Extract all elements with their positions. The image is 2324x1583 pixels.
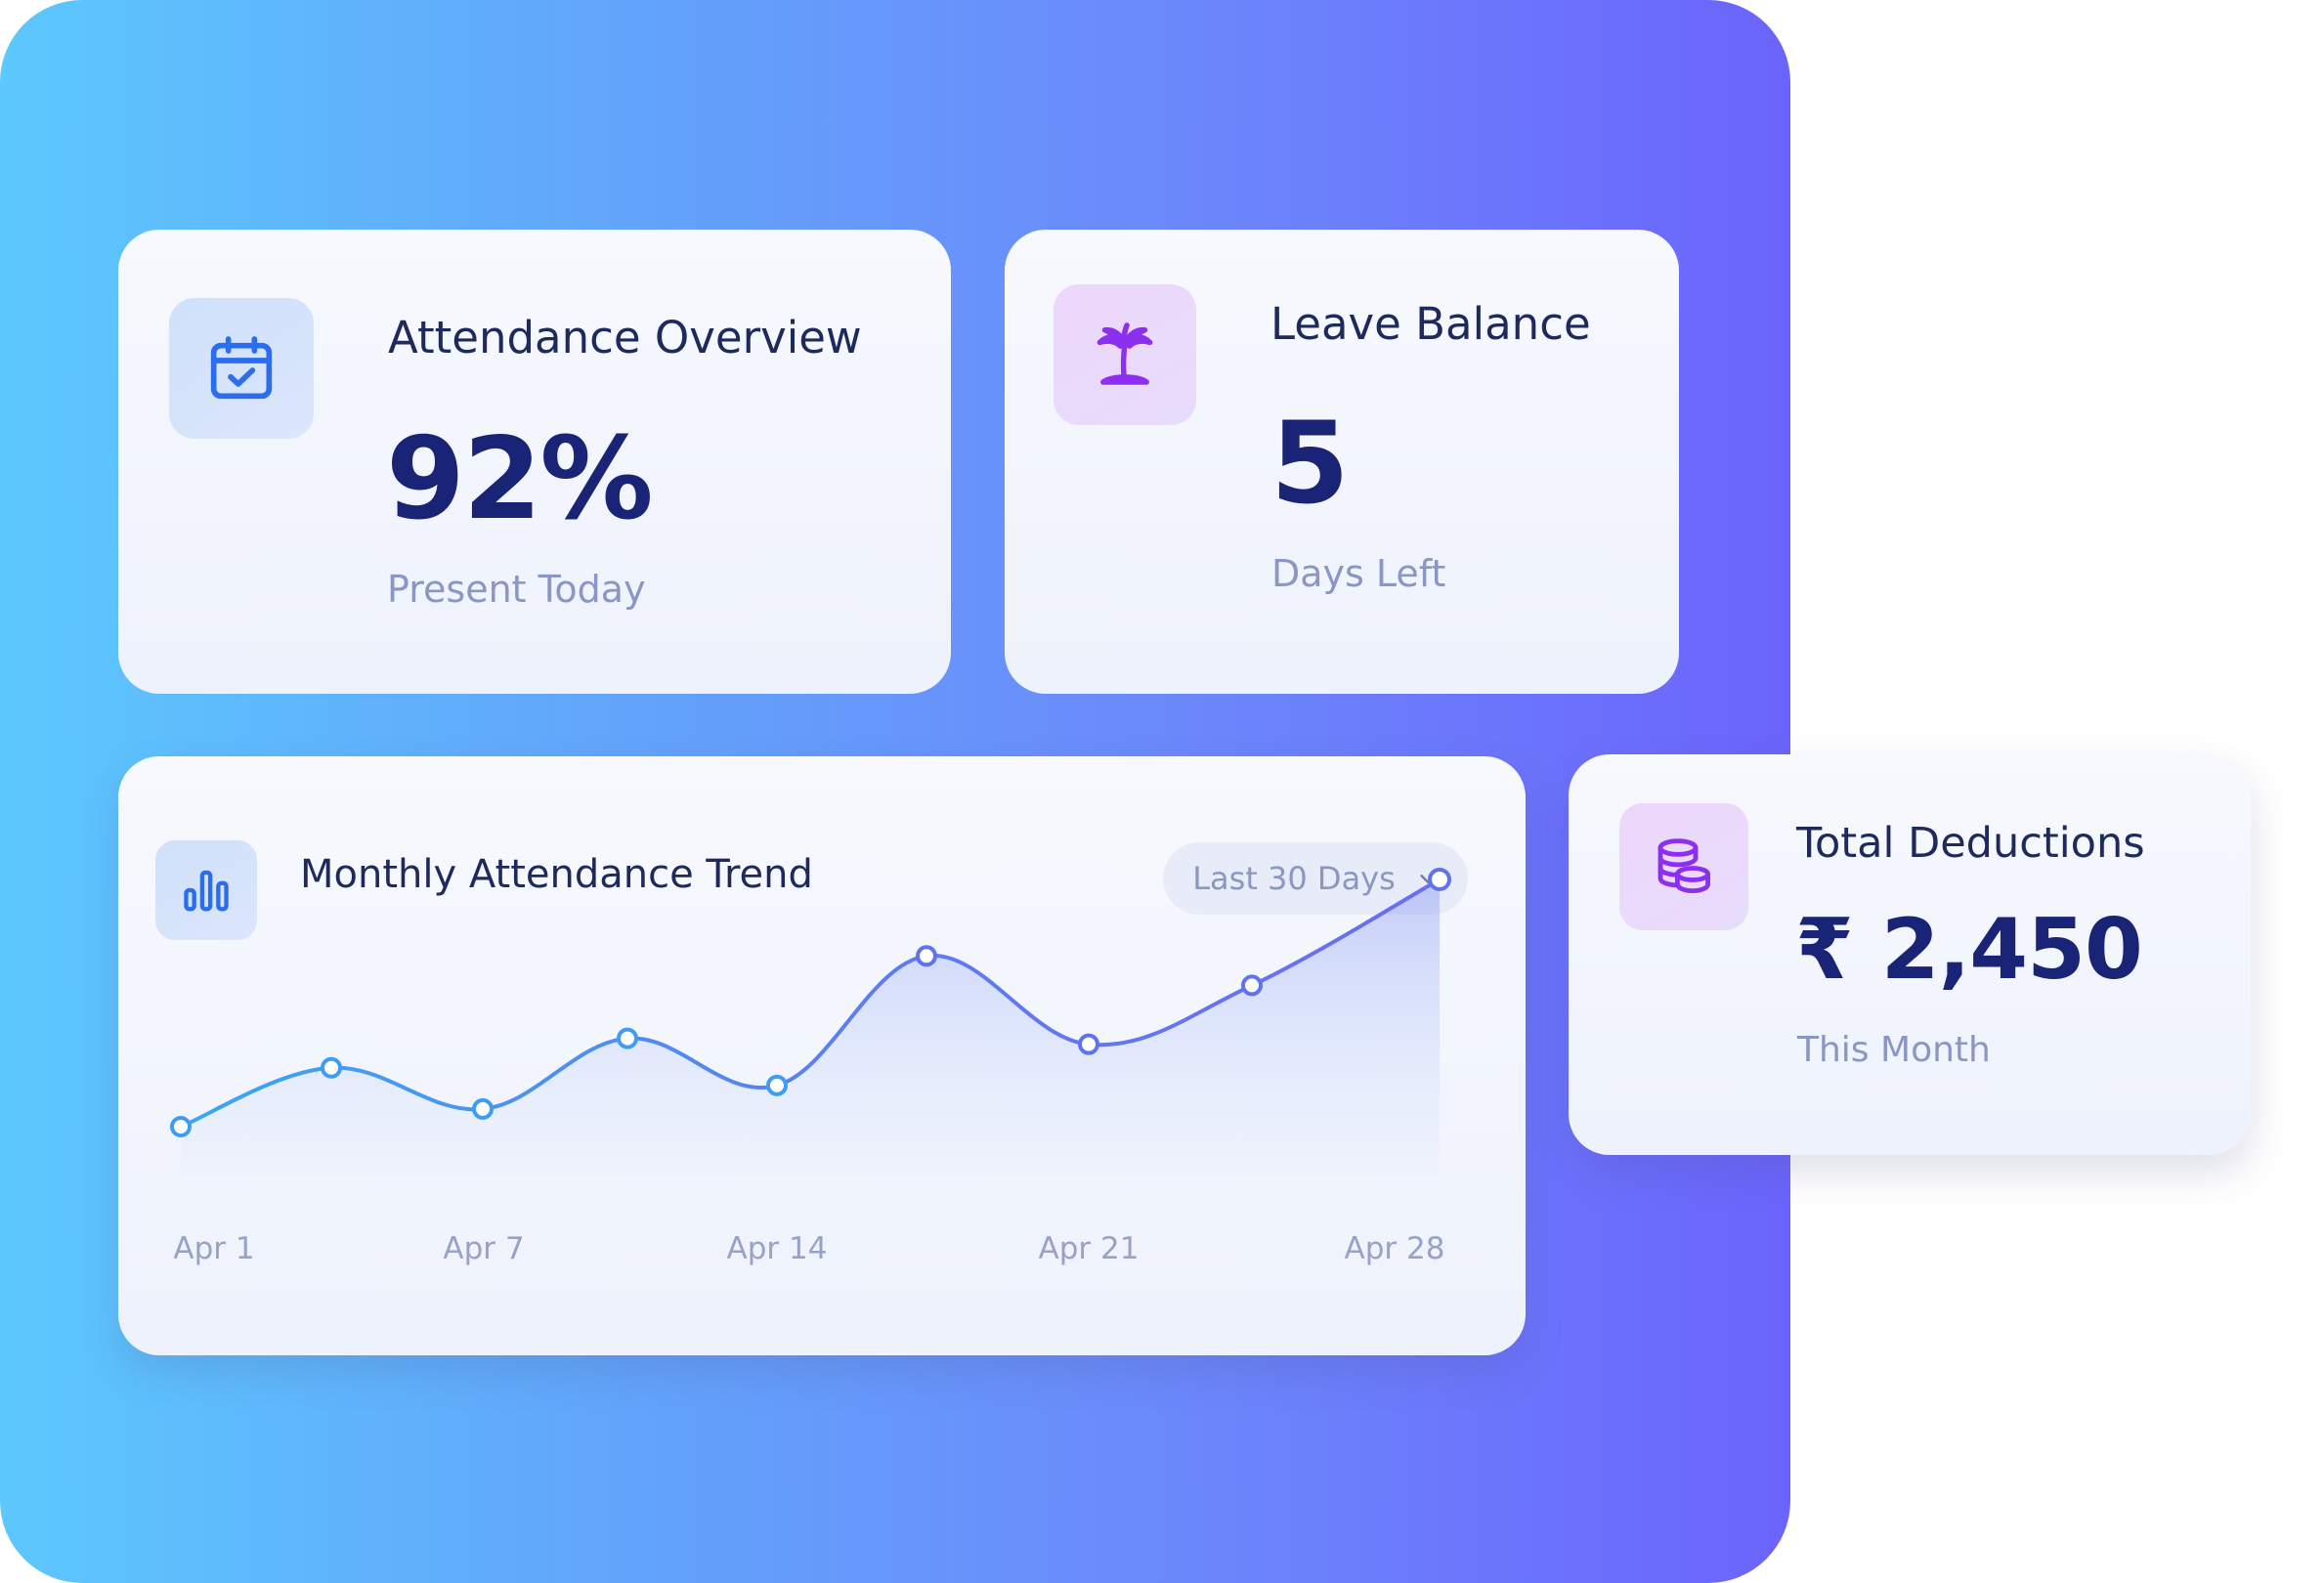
- trend-data-point[interactable]: [916, 945, 937, 967]
- x-tick-label: Apr 21: [1038, 1231, 1140, 1266]
- trend-area-fill: [181, 879, 1440, 1177]
- coins-stack-icon: [1657, 838, 1710, 893]
- attendance-percentage: 92%: [386, 413, 654, 545]
- trend-data-point[interactable]: [1428, 868, 1451, 891]
- palm-tree-icon: [1097, 322, 1153, 385]
- trend-data-point[interactable]: [1241, 974, 1263, 997]
- attendance-icon-tile: [169, 298, 314, 439]
- trend-data-point[interactable]: [472, 1097, 494, 1120]
- attendance-caption: Present Today: [387, 568, 646, 611]
- x-tick-label: Apr 1: [173, 1231, 255, 1266]
- deductions-title: Total Deductions: [1796, 819, 2145, 868]
- deductions-icon-tile: [1619, 803, 1748, 930]
- trend-data-point[interactable]: [321, 1056, 342, 1079]
- x-tick-label: Apr 7: [443, 1231, 525, 1266]
- x-tick-label: Apr 28: [1344, 1231, 1445, 1266]
- total-deductions-card[interactable]: Total Deductions ₹ 2,450 This Month: [1569, 754, 2251, 1155]
- attendance-overview-card[interactable]: Attendance Overview 92% Present Today: [118, 230, 951, 694]
- deductions-amount: ₹ 2,450: [1795, 901, 2143, 999]
- monthly-trend-card: Monthly Attendance Trend Last 30 Days Ap…: [118, 756, 1526, 1355]
- leave-icon-tile: [1054, 284, 1196, 425]
- trend-data-point[interactable]: [617, 1027, 638, 1049]
- trend-data-point[interactable]: [766, 1074, 788, 1096]
- deductions-caption: This Month: [1797, 1030, 1991, 1070]
- leave-balance-card[interactable]: Leave Balance 5 Days Left: [1005, 230, 1679, 694]
- leave-days-value: 5: [1270, 398, 1350, 530]
- leave-caption: Days Left: [1271, 552, 1446, 595]
- attendance-title: Attendance Overview: [388, 312, 862, 364]
- calendar-check-icon: [210, 336, 273, 400]
- leave-title: Leave Balance: [1270, 298, 1591, 350]
- x-tick-label: Apr 14: [726, 1231, 828, 1266]
- trend-data-point[interactable]: [1078, 1033, 1099, 1055]
- trend-data-point[interactable]: [170, 1116, 192, 1137]
